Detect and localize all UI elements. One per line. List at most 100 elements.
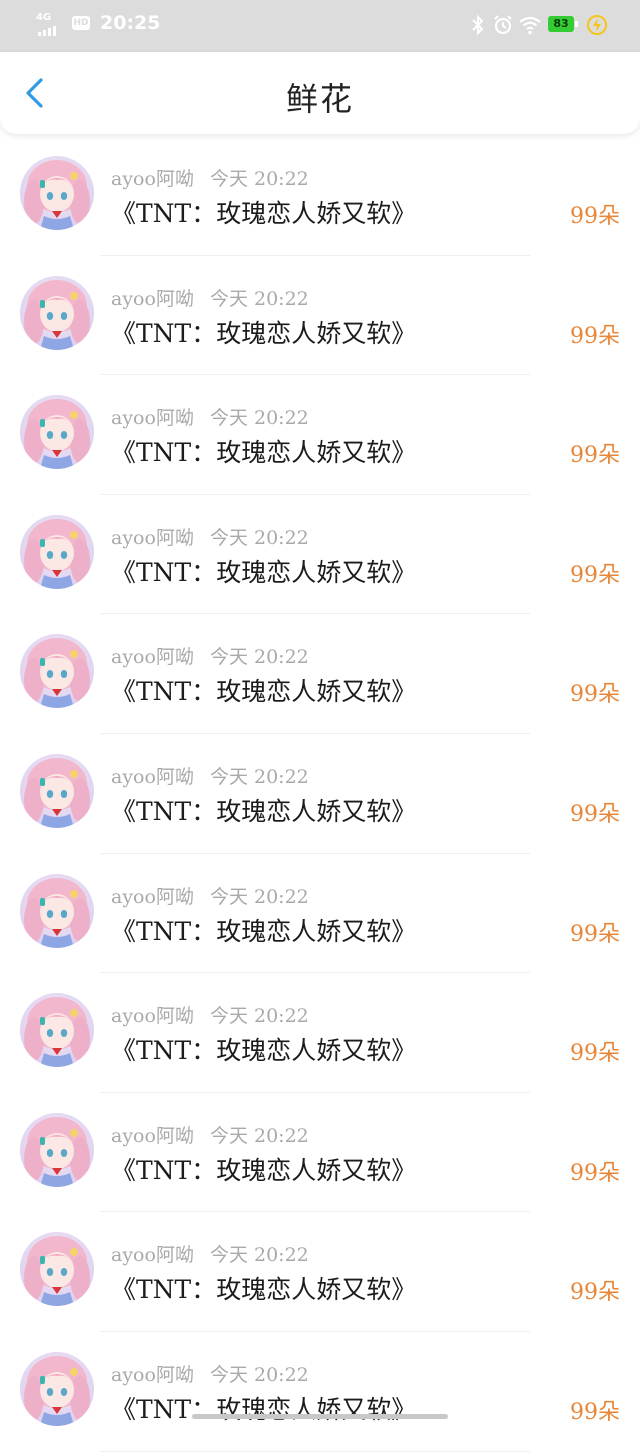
- book-title: 《TNT：玫瑰恋人娇又软》: [111, 1275, 417, 1305]
- alarm-icon: [494, 15, 512, 35]
- username: ayoo阿呦: [111, 646, 194, 669]
- avatar-image: [20, 873, 94, 948]
- avatar[interactable]: [20, 753, 94, 828]
- signal-icon: 4G: [36, 12, 64, 36]
- gift-list-item[interactable]: ayoo阿呦 今天 20:22 《TNT：玫瑰恋人娇又软》 99朵: [0, 614, 640, 734]
- charging-icon: [587, 15, 607, 35]
- username: ayoo阿呦: [111, 526, 194, 549]
- timestamp: 今天 20:22: [209, 287, 309, 310]
- hd-icon: HD: [72, 16, 90, 30]
- gift-list-item[interactable]: ayoo阿呦 今天 20:22 《TNT：玫瑰恋人娇又软》 99朵: [0, 973, 640, 1093]
- flower-gift-list: ayoo阿呦 今天 20:22 《TNT：玫瑰恋人娇又软》 99朵 ayoo阿呦今…: [0, 136, 640, 1452]
- gift-meta: ayoo阿呦 今天 20:22: [111, 523, 309, 550]
- username: ayoo阿呦: [111, 168, 194, 190]
- flower-count: 99朵: [570, 682, 620, 708]
- network-type: 4G: [36, 12, 52, 23]
- gift-meta: ayoo阿呦 今天 20:22: [111, 1001, 309, 1028]
- flower-count: 99朵: [570, 443, 620, 469]
- avatar-image: [20, 1112, 94, 1187]
- avatar-image: [20, 514, 94, 589]
- gift-list-item[interactable]: ayoo阿呦 今天 20:22 《TNT：玫瑰恋人娇又软》 99朵: [0, 854, 640, 974]
- avatar[interactable]: [20, 1351, 94, 1426]
- book-title: 《TNT：玫瑰恋人娇又软》: [111, 199, 417, 228]
- gift-meta: ayoo阿呦 今天 20:22: [111, 284, 309, 311]
- home-indicator[interactable]: [192, 1414, 448, 1419]
- avatar[interactable]: [20, 993, 94, 1068]
- bluetooth-icon: [472, 14, 484, 36]
- avatar[interactable]: [20, 1232, 94, 1307]
- flower-count: 99朵: [570, 801, 620, 827]
- timestamp: 今天 20:22: [209, 765, 309, 788]
- avatar[interactable]: [20, 634, 94, 709]
- book-title: 《TNT：玫瑰恋人娇又软》: [111, 796, 417, 826]
- avatar[interactable]: [20, 1112, 94, 1187]
- gift-meta: ayoo阿呦 今天 20:22: [111, 642, 309, 669]
- gift-meta: ayoo阿呦 今天 20:22: [111, 164, 309, 191]
- gift-meta: ayoo阿呦 今天 20:22: [111, 1360, 309, 1387]
- divider: [100, 1450, 530, 1452]
- avatar[interactable]: [20, 156, 94, 230]
- avatar-image: [20, 634, 94, 709]
- timestamp: 今天 20:22: [209, 885, 309, 908]
- timestamp: 今天 20:22: [209, 646, 309, 669]
- flower-count: 99朵: [570, 1041, 620, 1067]
- timestamp: 今天 20:22: [209, 526, 309, 549]
- gift-meta: ayoo阿呦 今天 20:22: [111, 403, 309, 430]
- timestamp: 今天 20:22: [209, 1005, 309, 1028]
- avatar[interactable]: [20, 275, 94, 350]
- book-title: 《TNT：玫瑰恋人娇又软》: [111, 557, 417, 587]
- flower-count: 99朵: [570, 1160, 620, 1186]
- avatar[interactable]: [20, 873, 94, 948]
- gift-list-item[interactable]: ayoo阿呦 今天 20:22 《TNT：玫瑰恋人娇又软》 99朵: [0, 495, 640, 615]
- nav-bar: 鲜花: [0, 52, 640, 134]
- username: ayoo阿呦: [111, 765, 194, 788]
- timestamp: 今天 20:22: [209, 407, 309, 430]
- avatar-image: [20, 993, 94, 1068]
- gift-list-item[interactable]: ayoo阿呦 今天 20:22 《TNT：玫瑰恋人娇又软》 99朵: [0, 734, 640, 854]
- book-title: 《TNT：玫瑰恋人娇又软》: [111, 1036, 417, 1066]
- flower-count: 99朵: [570, 204, 620, 229]
- timestamp: 今天 20:22: [209, 1244, 309, 1267]
- avatar[interactable]: [20, 395, 94, 470]
- username: ayoo阿呦: [111, 287, 194, 310]
- flower-count: 99朵: [570, 562, 620, 588]
- flower-count: 99朵: [570, 323, 620, 349]
- username: ayoo阿呦: [111, 1363, 194, 1386]
- timestamp: 今天 20:22: [209, 1124, 309, 1147]
- gift-meta: ayoo阿呦 今天 20:22: [111, 1240, 309, 1267]
- username: ayoo阿呦: [111, 407, 194, 430]
- avatar-image: [20, 395, 94, 470]
- battery-icon: 83: [548, 16, 578, 32]
- gift-meta: ayoo阿呦 今天 20:22: [111, 882, 309, 909]
- gift-list-item[interactable]: ayoo阿呦 今天 20:22 《TNT：玫瑰恋人娇又软》 99朵: [0, 1093, 640, 1213]
- status-bar: 4G HD 20:25 83: [0, 0, 640, 52]
- flower-count: 99朵: [570, 921, 620, 947]
- gift-meta: ayoo阿呦 今天 20:22: [111, 762, 309, 789]
- username: ayoo阿呦: [111, 1005, 194, 1028]
- gift-list-item[interactable]: ayoo阿呦 今天 20:22 《TNT：玫瑰恋人娇又软》 99朵: [0, 1212, 640, 1332]
- avatar-image: [20, 156, 94, 230]
- gift-list-item[interactable]: ayoo阿呦 今天 20:22 《TNT：玫瑰恋人娇又软》 99朵: [0, 256, 640, 376]
- status-time: 20:25: [100, 12, 161, 34]
- page-title: 鲜花: [285, 80, 354, 118]
- gift-meta: ayoo阿呦 今天 20:22: [111, 1121, 309, 1148]
- gift-list-item[interactable]: ayoo阿呦 今天 20:22 《TNT：玫瑰恋人娇又软》 99朵: [0, 375, 640, 495]
- avatar-image: [20, 1232, 94, 1307]
- book-title: 《TNT：玫瑰恋人娇又软》: [111, 916, 417, 946]
- avatar-image: [20, 1351, 94, 1426]
- avatar-image: [20, 275, 94, 350]
- avatar-image: [20, 753, 94, 828]
- gift-list-item[interactable]: ayoo阿呦 今天 20:22 《TNT：玫瑰恋人娇又软》 99朵: [0, 136, 640, 256]
- book-title: 《TNT：玫瑰恋人娇又软》: [111, 677, 417, 707]
- book-title: 《TNT：玫瑰恋人娇又软》: [111, 318, 417, 348]
- username: ayoo阿呦: [111, 885, 194, 908]
- timestamp: 今天 20:22: [209, 168, 309, 190]
- flower-count: 99朵: [570, 1280, 620, 1306]
- timestamp: 今天 20:22: [209, 1363, 309, 1386]
- gift-list-item[interactable]: ayoo阿呦 今天 20:22 《TNT：玫瑰恋人娇又软》 99朵: [0, 1332, 640, 1452]
- avatar[interactable]: [20, 514, 94, 589]
- flower-count: 99朵: [570, 1399, 620, 1425]
- wifi-icon: [519, 16, 541, 35]
- book-title: 《TNT：玫瑰恋人娇又软》: [111, 438, 417, 468]
- book-title: 《TNT：玫瑰恋人娇又软》: [111, 1394, 417, 1424]
